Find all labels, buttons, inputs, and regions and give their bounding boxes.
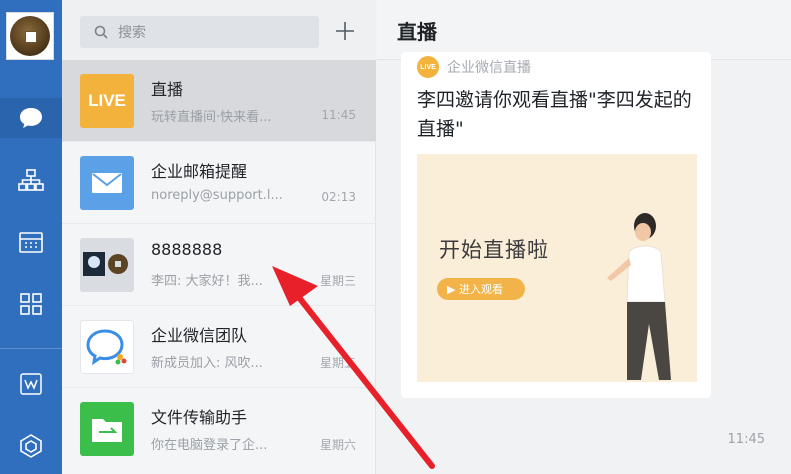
- live-poster[interactable]: 开始直播啦 ▶ 进入观看: [417, 154, 697, 382]
- live-invite-card[interactable]: LIVE 企业微信直播 李四邀请你观看直播"李四发起的直播" 开始直播啦 ▶ 进…: [401, 52, 711, 398]
- chat-name: 直播: [151, 80, 184, 99]
- live-avatar: LIVE: [80, 74, 134, 128]
- add-button[interactable]: [332, 18, 358, 44]
- message-time: 11:45: [727, 432, 765, 447]
- chat-item-wework-team[interactable]: 企业微信团队 新成员加入: 风吹... 星期五: [62, 306, 376, 388]
- avatar-image: [10, 16, 50, 56]
- calendar-icon[interactable]: [0, 222, 62, 262]
- search-icon: [94, 25, 108, 39]
- doc-icon[interactable]: [0, 364, 62, 404]
- chat-item-group[interactable]: 8888888 李四: 大家好！我... 星期三: [62, 224, 376, 306]
- wework-logo-icon: [80, 320, 134, 374]
- apps-icon[interactable]: [0, 284, 62, 324]
- conversation-header: 直播: [377, 0, 791, 60]
- group-avatar: [80, 238, 134, 292]
- chat-preview: 李四: 大家好！我...: [151, 274, 263, 289]
- conversation-title: 直播: [397, 20, 437, 44]
- presenter-illustration: [607, 213, 671, 380]
- chat-time: 星期三: [319, 274, 356, 288]
- card-source-text: 企业微信直播: [447, 60, 531, 76]
- mail-icon: [80, 156, 134, 210]
- live-badge-icon: LIVE: [417, 56, 439, 78]
- org-chart-icon[interactable]: [0, 160, 62, 200]
- chat-item-live[interactable]: LIVE 直播 玩转直播间·快来看... 11:45: [62, 60, 376, 142]
- conversation-panel: 直播 LIVE 企业微信直播 李四邀请你观看直播"李四发起的直播" 开始直播啦 …: [377, 0, 791, 474]
- chat-name: 企业微信团队: [151, 326, 248, 345]
- chat-list-panel: 搜索 LIVE 直播 玩转直播间·快来看... 11:45 企业邮箱提醒 nor…: [62, 0, 376, 474]
- search-placeholder: 搜索: [118, 25, 146, 41]
- chat-time: 11:45: [321, 108, 356, 122]
- chat-preview: 新成员加入: 风吹...: [151, 356, 263, 371]
- enter-watch-button[interactable]: ▶ 进入观看: [437, 278, 525, 300]
- chat-icon[interactable]: [0, 98, 62, 138]
- chat-item-file-transfer[interactable]: 文件传输助手 你在电脑登录了企... 星期六: [62, 388, 376, 470]
- poster-title: 开始直播啦: [439, 238, 549, 262]
- chat-time: 星期五: [319, 356, 356, 370]
- left-rail: [0, 0, 62, 474]
- search-input[interactable]: 搜索: [80, 16, 319, 48]
- user-avatar[interactable]: [6, 12, 54, 60]
- chat-time: 02:13: [321, 190, 356, 204]
- chat-preview: noreply@support.l...: [151, 188, 283, 203]
- chat-name: 企业邮箱提醒: [151, 162, 248, 181]
- folder-icon: [80, 402, 134, 456]
- cube-icon[interactable]: [0, 426, 62, 466]
- chat-preview: 玩转直播间·快来看...: [151, 110, 272, 125]
- chat-name: 文件传输助手: [151, 408, 248, 427]
- card-source: LIVE 企业微信直播: [417, 56, 531, 78]
- card-message: 李四邀请你观看直播"李四发起的直播": [417, 89, 692, 140]
- chat-item-mail[interactable]: 企业邮箱提醒 noreply@support.l... 02:13: [62, 142, 376, 224]
- chat-name: 8888888: [151, 240, 223, 259]
- chat-time: 星期六: [319, 438, 356, 452]
- search-bar: 搜索: [62, 0, 376, 60]
- chat-preview: 你在电脑登录了企...: [151, 438, 268, 453]
- rail-divider: [0, 348, 62, 349]
- plus-icon: [336, 22, 354, 40]
